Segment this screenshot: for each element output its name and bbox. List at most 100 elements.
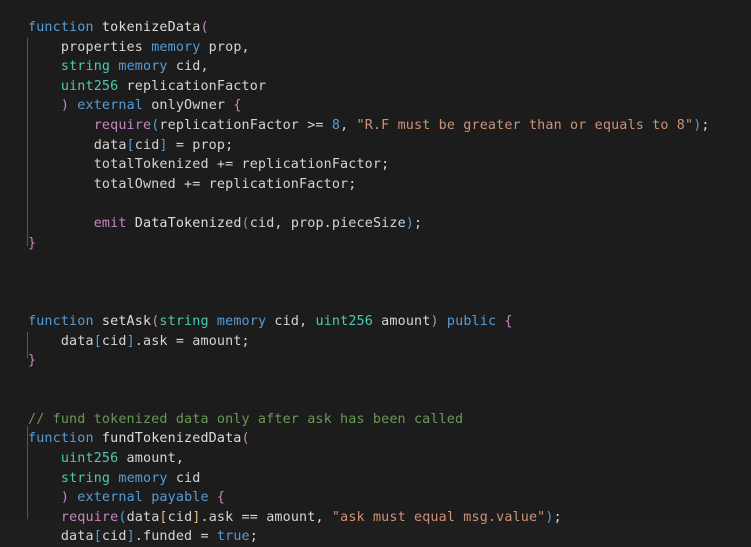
code-line[interactable]: } bbox=[0, 351, 751, 371]
token-keyword: require bbox=[60, 509, 119, 525]
token-keyword: true bbox=[216, 529, 250, 545]
token-identifier: .ask = amount; bbox=[134, 333, 250, 349]
code-line[interactable]: data[cid] = prop; bbox=[0, 136, 751, 156]
code-line[interactable]: emit DataTokenized(cid, prop.pieceSize); bbox=[0, 214, 751, 234]
token-bracket: [ bbox=[93, 333, 102, 349]
token-bracket: ( bbox=[241, 431, 250, 447]
token-keyword: public bbox=[446, 313, 497, 329]
token-bracket: ) bbox=[60, 98, 70, 114]
token-keyword: payable bbox=[151, 490, 209, 506]
code-line-blank[interactable] bbox=[0, 371, 751, 391]
token-bracket: ) bbox=[405, 215, 415, 231]
token-bracket: ( bbox=[118, 509, 127, 525]
code-line-blank[interactable] bbox=[0, 390, 751, 410]
token-type: uint256 bbox=[60, 451, 119, 467]
token-bracket: ] bbox=[126, 333, 135, 349]
token-keyword: require bbox=[93, 117, 152, 133]
token-type: uint256 bbox=[60, 78, 119, 94]
token-bracket: ) bbox=[60, 490, 70, 506]
code-line[interactable]: string memory cid, bbox=[0, 57, 751, 77]
code-line[interactable]: string memory cid bbox=[0, 469, 751, 489]
token-identifier: replicationFactor >= bbox=[159, 117, 332, 133]
token-identifier: cid bbox=[167, 509, 193, 525]
token-type: string bbox=[60, 470, 111, 486]
token-identifier: .funded = bbox=[134, 529, 217, 545]
code-editor-pane[interactable]: function tokenizeData( properties memory… bbox=[0, 0, 751, 544]
token-keyword: memory bbox=[216, 313, 267, 329]
code-line[interactable]: ) external payable { bbox=[0, 488, 751, 508]
code-line[interactable]: // fund tokenized data only after ask ha… bbox=[0, 410, 751, 430]
token-bracket: [ bbox=[93, 529, 102, 545]
token-bracket: { bbox=[216, 490, 226, 506]
token-identifier: data bbox=[126, 509, 160, 525]
token-identifier: data bbox=[28, 137, 127, 153]
token-string: "ask must equal msg.value" bbox=[331, 509, 546, 525]
code-line-blank[interactable] bbox=[0, 292, 751, 312]
token-keyword: memory bbox=[151, 39, 201, 55]
token-keyword: external bbox=[77, 490, 143, 506]
token-identifier: .ask == amount, bbox=[200, 509, 332, 525]
token-keyword: function bbox=[28, 20, 94, 35]
code-line[interactable]: } bbox=[0, 234, 751, 254]
token-identifier: replicationFactor bbox=[118, 78, 267, 94]
token-identifier: prop, bbox=[200, 39, 250, 55]
code-line[interactable]: function tokenizeData( bbox=[0, 18, 751, 38]
token-identifier: data bbox=[28, 333, 94, 349]
token-identifier: setAsk bbox=[101, 313, 152, 329]
token-identifier: = prop; bbox=[167, 137, 234, 153]
token-keyword: function bbox=[28, 313, 94, 329]
token-keyword: memory bbox=[118, 470, 168, 486]
token-bracket: { bbox=[504, 313, 513, 329]
code-line[interactable]: function setAsk(string memory cid, uint2… bbox=[0, 312, 751, 332]
token-identifier: amount, bbox=[118, 451, 185, 467]
code-line[interactable]: data[cid].funded = true; bbox=[0, 527, 751, 547]
token-identifier: properties bbox=[28, 39, 152, 55]
token-bracket: ] bbox=[192, 509, 201, 525]
token-identifier: amount bbox=[372, 313, 431, 329]
token-type: string bbox=[60, 59, 111, 75]
token-identifier: DataTokenized bbox=[134, 215, 242, 231]
token-identifier: totalTokenized += replicationFactor; bbox=[28, 157, 390, 173]
code-line[interactable]: properties memory prop, bbox=[0, 38, 751, 58]
code-line[interactable]: uint256 amount, bbox=[0, 449, 751, 469]
token-keyword: memory bbox=[118, 59, 168, 75]
token-type: uint256 bbox=[315, 313, 373, 329]
token-identifier: cid bbox=[167, 470, 201, 486]
token-identifier: cid, prop.pieceSize bbox=[249, 215, 406, 231]
token-bracket: ) bbox=[430, 313, 439, 329]
token-identifier: cid, bbox=[167, 59, 209, 75]
token-bracket: { bbox=[233, 98, 242, 114]
token-identifier: onlyOwner bbox=[143, 98, 234, 114]
token-bracket: ] bbox=[159, 137, 168, 153]
code-line[interactable]: totalOwned += replicationFactor; bbox=[0, 175, 751, 195]
token-identifier: cid bbox=[101, 333, 127, 349]
token-bracket: [ bbox=[126, 137, 135, 153]
token-identifier: cid, bbox=[266, 313, 316, 329]
code-line[interactable]: ) external onlyOwner { bbox=[0, 96, 751, 116]
token-type: string bbox=[159, 313, 209, 329]
token-identifier: data bbox=[28, 529, 94, 545]
token-keyword: external bbox=[77, 98, 143, 114]
code-line-blank[interactable] bbox=[0, 253, 751, 273]
code-line-blank[interactable] bbox=[0, 273, 751, 293]
token-bracket: ( bbox=[241, 215, 250, 231]
code-line[interactable]: data[cid].ask = amount; bbox=[0, 332, 751, 352]
token-bracket: } bbox=[28, 353, 37, 369]
token-identifier: tokenizeData bbox=[101, 20, 201, 35]
code-line-blank[interactable] bbox=[0, 194, 751, 214]
code-line[interactable]: uint256 replicationFactor bbox=[0, 77, 751, 97]
code-line[interactable]: totalTokenized += replicationFactor; bbox=[0, 155, 751, 175]
token-bracket: ( bbox=[200, 20, 209, 35]
token-keyword: function bbox=[28, 431, 94, 447]
token-string: "R.F must be greater than or equals to 8… bbox=[356, 117, 694, 133]
code-line[interactable]: function fundTokenizedData( bbox=[0, 429, 751, 449]
token-identifier: fundTokenizedData bbox=[101, 431, 242, 447]
token-bracket: } bbox=[28, 235, 37, 251]
token-bracket: [ bbox=[159, 509, 168, 525]
code-line[interactable]: require(replicationFactor >= 8, "R.F mus… bbox=[0, 116, 751, 136]
token-bracket: ) bbox=[545, 509, 554, 525]
token-keyword: emit bbox=[93, 215, 127, 231]
token-bracket: ] bbox=[126, 529, 135, 545]
code-line[interactable]: require(data[cid].ask == amount, "ask mu… bbox=[0, 508, 751, 528]
token-identifier: cid bbox=[134, 137, 160, 153]
